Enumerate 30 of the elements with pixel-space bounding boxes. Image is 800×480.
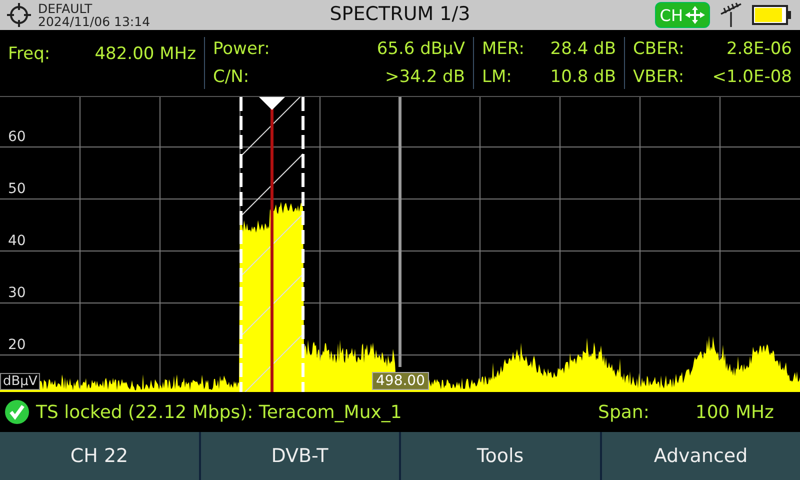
axis-label: 20 (8, 337, 26, 353)
measurement-label: C/N: (213, 66, 250, 88)
measurement-label: CBER: (633, 38, 684, 60)
measurement-value: 28.4 dB (550, 38, 616, 60)
lock-status: TS locked (22.12 Mbps): Teracom_Mux_1 (36, 402, 403, 422)
battery-icon (752, 4, 792, 26)
measurement-value: 10.8 dB (550, 66, 616, 88)
screen-title: SPECTRUM 1/3 (330, 3, 470, 25)
crosshair-icon[interactable] (6, 2, 32, 28)
measurement-label: Freq: (8, 43, 50, 65)
axis-label: 40 (8, 233, 26, 249)
antenna-icon (718, 2, 744, 28)
marker-label: 498.00 (372, 372, 429, 390)
preset-name: DEFAULT (38, 2, 94, 15)
axis-label: 50 (8, 181, 26, 197)
measurement-value: 65.6 dBµV (376, 38, 465, 60)
measurement-value: 482.00 MHz (94, 43, 196, 65)
measurement-label: Power: (213, 38, 270, 60)
measurement-label: MER: (482, 38, 524, 60)
measurement-value: <1.0E-08 (712, 66, 792, 88)
measurement-label: VBER: (633, 66, 684, 88)
axis-label: 30 (8, 285, 26, 301)
unit-label: dBµV (0, 373, 40, 390)
axis-label: 60 (8, 129, 26, 145)
measurement-value: 2.8E-06 (726, 38, 792, 60)
date-time: 2024/11/06 13:14 (38, 15, 150, 28)
measurement-value: >34.2 dB (385, 66, 465, 88)
measurement-label: LM: (482, 66, 512, 88)
span-label: Span: (598, 402, 650, 422)
span-value: 100 MHz (695, 402, 774, 422)
